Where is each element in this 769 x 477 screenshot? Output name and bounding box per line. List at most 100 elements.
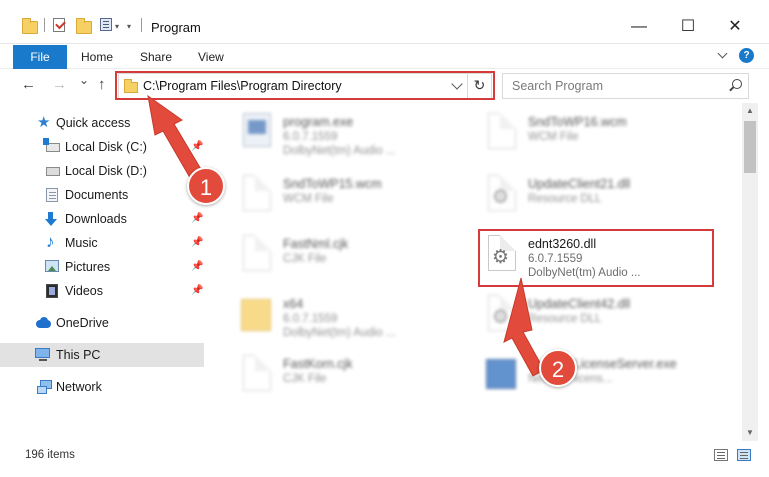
sidebar-item-pictures[interactable]: Pictures 📌	[0, 255, 204, 279]
pictures-icon	[45, 260, 59, 272]
downloads-icon	[44, 212, 58, 226]
pc-icon	[35, 348, 50, 361]
address-highlight-box	[115, 71, 495, 100]
file-detail: 6.0.7.1559	[283, 131, 338, 143]
pin-icon[interactable]: 📌	[191, 141, 203, 152]
chevron-down-icon[interactable]: ▾	[115, 22, 119, 31]
recent-locations-button[interactable]: ⌄	[79, 73, 89, 87]
sidebar-item-network[interactable]: Network	[0, 375, 204, 399]
customize-icon[interactable]	[100, 18, 112, 31]
tab-view[interactable]: View	[198, 45, 224, 69]
new-folder-icon[interactable]	[76, 18, 92, 34]
sidebar-item-videos[interactable]: Videos 📌	[0, 279, 204, 303]
sidebar-item-label: Network	[56, 380, 102, 394]
folder-icon	[22, 18, 38, 34]
navigation-pane: Quick access Local Disk (C:) 📌 Local Dis…	[0, 103, 205, 441]
disk-icon	[43, 138, 60, 152]
minimize-button[interactable]: —	[616, 12, 662, 42]
sidebar-item-local-disk-c[interactable]: Local Disk (C:) 📌	[0, 135, 204, 159]
sidebar-item-downloads[interactable]: Downloads 📌	[0, 207, 204, 231]
file-item[interactable]: FastNml.cjk CJK File	[235, 229, 485, 289]
tab-file[interactable]: File	[13, 45, 67, 69]
file-name: UpdateClient21.dll	[528, 177, 631, 191]
search-placeholder: Search Program	[512, 79, 604, 93]
title-bar: ▾ ▾ Program — ☐ ✕	[0, 0, 769, 44]
file-item[interactable]: FastKorn.cjk CJK File	[235, 349, 485, 409]
search-input[interactable]: Search Program	[502, 73, 749, 99]
sidebar-item-label: Pictures	[65, 260, 111, 274]
window-title: Program	[151, 20, 201, 35]
file-detail: Resource DLL	[528, 313, 602, 325]
exe-file-icon	[243, 113, 271, 147]
file-item[interactable]: UpdateClient21.dll Resource DLL	[480, 169, 730, 229]
large-icons-view-icon[interactable]	[737, 449, 751, 461]
details-view-icon[interactable]	[714, 449, 728, 461]
file-detail: WCM File	[528, 131, 579, 143]
sidebar-item-quick-access[interactable]: Quick access	[0, 111, 204, 135]
expand-ribbon-icon[interactable]	[718, 50, 728, 60]
file-icon	[243, 235, 271, 271]
file-detail: 6.0.7.1559	[283, 313, 338, 325]
forward-button[interactable]: →	[52, 76, 67, 93]
sidebar-item-label: Videos	[65, 284, 103, 298]
pin-icon[interactable]: 📌	[191, 285, 203, 296]
file-icon	[243, 355, 271, 391]
status-bar: 196 items	[0, 441, 769, 469]
file-name: FastNml.cjk	[283, 237, 349, 251]
sidebar-item-label: This PC	[56, 348, 101, 362]
vertical-scrollbar[interactable]: ▲ ▼	[742, 103, 758, 441]
sidebar-item-onedrive[interactable]: OneDrive	[0, 311, 204, 335]
scrollbar-thumb[interactable]	[744, 121, 756, 173]
divider	[141, 18, 142, 32]
help-icon[interactable]: ?	[739, 48, 754, 63]
step-badge-2: 2	[539, 349, 577, 387]
maximize-button[interactable]: ☐	[665, 12, 711, 42]
file-detail: CJK File	[283, 373, 327, 385]
file-detail: DolbyNet(tm) Audio ...	[283, 327, 396, 339]
sidebar-item-label: OneDrive	[56, 316, 109, 330]
file-item[interactable]: SndToWP15.wcm WCM File	[235, 169, 485, 229]
scroll-up-icon[interactable]: ▲	[742, 103, 758, 119]
dll-file-icon	[488, 295, 516, 331]
tab-home[interactable]: Home	[81, 45, 113, 69]
sidebar-item-label: Music	[65, 236, 98, 250]
sidebar-item-documents[interactable]: Documents	[0, 183, 204, 207]
file-item[interactable]: program.exe 6.0.7.1559 DolbyNet(tm) Audi…	[235, 107, 485, 167]
back-button[interactable]: ←	[21, 76, 36, 93]
onedrive-icon	[36, 316, 51, 330]
file-name: x64	[283, 297, 304, 311]
scroll-down-icon[interactable]: ▼	[742, 425, 758, 441]
file-detail: Resource DLL	[528, 193, 602, 205]
file-name: SndToWP16.wcm	[528, 115, 627, 129]
pin-icon[interactable]: 📌	[191, 237, 203, 248]
music-icon	[45, 232, 59, 252]
file-icon	[243, 175, 271, 211]
sidebar-item-label: Downloads	[65, 212, 127, 226]
search-icon[interactable]	[729, 79, 742, 91]
videos-icon	[46, 284, 58, 298]
star-icon	[37, 113, 51, 131]
step-badge-1: 1	[187, 167, 225, 205]
up-button[interactable]: ↑	[98, 76, 106, 93]
tab-share[interactable]: Share	[140, 45, 172, 69]
sidebar-item-label: Local Disk (D:)	[65, 164, 147, 178]
sidebar-item-music[interactable]: Music 📌	[0, 231, 204, 255]
pin-icon[interactable]: 📌	[191, 213, 203, 224]
qat-dropdown-icon[interactable]: ▾	[127, 22, 131, 31]
sidebar-item-label: Local Disk (C:)	[65, 140, 147, 154]
disk-icon	[46, 167, 60, 176]
file-item[interactable]: UpdateClient42.dll Resource DLL	[480, 289, 730, 349]
sidebar-item-this-pc[interactable]: This PC	[0, 343, 204, 367]
file-name: program.exe	[283, 115, 354, 129]
ribbon: File Home Share View ?	[0, 44, 769, 69]
file-name: UpdateClient42.dll	[528, 297, 631, 311]
file-item[interactable]: NetworkLicenseServer.exe Network licens.…	[480, 349, 730, 409]
pin-icon[interactable]: 📌	[191, 261, 203, 272]
close-button[interactable]: ✕	[712, 12, 758, 42]
documents-icon	[46, 188, 58, 202]
properties-check-icon[interactable]	[53, 18, 65, 32]
file-item[interactable]: SndToWP16.wcm WCM File	[480, 107, 730, 167]
sidebar-item-local-disk-d[interactable]: Local Disk (D:)	[0, 159, 204, 183]
folder-icon	[241, 299, 271, 331]
file-item[interactable]: x64 6.0.7.1559 DolbyNet(tm) Audio ...	[235, 289, 485, 349]
